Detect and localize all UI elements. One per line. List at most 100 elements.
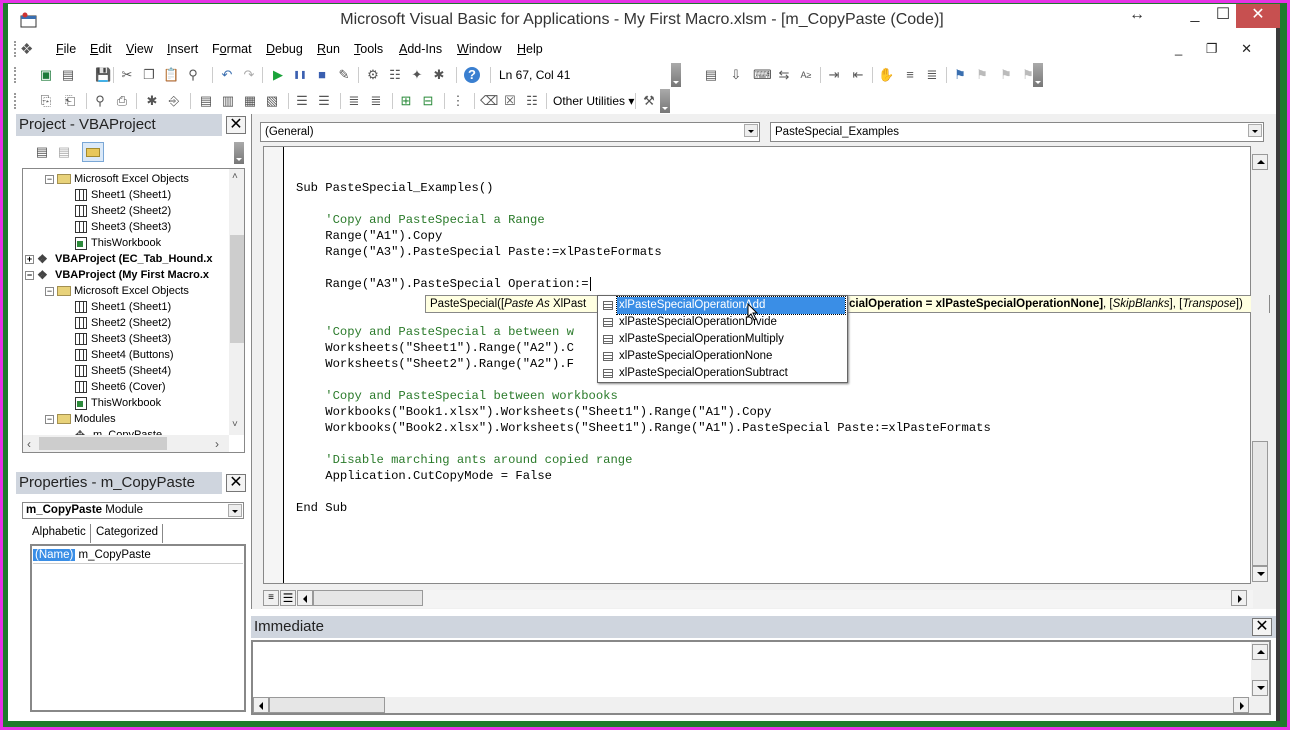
find-icon[interactable]: ⚲ — [185, 67, 201, 83]
menu-help[interactable]: Help — [517, 42, 543, 56]
autocomplete-item[interactable]: xlPasteSpecialOperationAdd — [598, 296, 847, 315]
replace-icon[interactable]: ⎙ — [114, 93, 130, 109]
object-selector[interactable]: m_CopyPaste Module — [22, 502, 244, 519]
toggle-breakpoint-icon[interactable]: ✋ — [878, 67, 894, 83]
code-vertical-scrollbar[interactable] — [1251, 146, 1269, 584]
copy-icon[interactable]: ❐ — [141, 67, 157, 83]
tree-item-sheet[interactable]: Sheet6 (Cover) — [75, 379, 166, 395]
procedure-combo[interactable]: PasteSpecial_Examples — [770, 122, 1264, 142]
menu-edit[interactable]: Edit — [90, 42, 112, 56]
save-icon[interactable]: 💾 — [95, 67, 111, 83]
scroll-down-button[interactable] — [1252, 566, 1268, 582]
mdi-window-controls[interactable]: _ ❐ ✕ — [1175, 41, 1262, 57]
complete-word-icon[interactable]: A≥ — [798, 67, 814, 83]
code-line[interactable]: Workbooks("Book1.xlsx").Worksheets("Shee… — [296, 404, 771, 420]
quick-info-icon[interactable]: ⌨ — [753, 67, 772, 83]
toolbar-grip[interactable] — [14, 41, 18, 57]
copy-code-icon[interactable]: ⎘ — [38, 93, 54, 109]
toolbar-grip[interactable] — [14, 93, 18, 109]
code-line[interactable]: Range("A1").Copy — [296, 228, 442, 244]
align-center-icon[interactable]: ▥ — [220, 93, 236, 109]
immediate-vertical-scrollbar[interactable] — [1251, 642, 1269, 697]
property-row[interactable]: (Name) m_CopyPaste — [33, 548, 243, 564]
close-immediate-button[interactable]: ✕ — [1252, 618, 1272, 636]
scroll-right-icon[interactable]: › — [215, 437, 219, 451]
autocomplete-item[interactable]: xlPasteSpecialOperationMultiply — [598, 331, 847, 348]
design-mode-icon[interactable]: ✎ — [336, 67, 352, 83]
list-view-icon[interactable]: ☷ — [524, 93, 540, 109]
margin-indicator-bar[interactable] — [264, 147, 284, 583]
tree-item-folder[interactable]: − Microsoft Excel Objects — [45, 283, 189, 299]
list-constants-icon[interactable]: ⇩ — [728, 67, 744, 83]
tree-item-sheet[interactable]: Sheet2 (Sheet2) — [75, 315, 171, 331]
resize-icon[interactable]: ↔ — [1120, 4, 1154, 28]
align-right-icon[interactable]: ▦ — [242, 93, 258, 109]
cut-icon[interactable]: ✂ — [119, 67, 135, 83]
next-bookmark-icon[interactable]: ⚑ — [974, 67, 990, 83]
insert-userform-icon[interactable]: ▤ — [60, 67, 76, 83]
code-line[interactable]: Range("A3").PasteSpecial Paste:=xlPasteF… — [296, 244, 661, 260]
redo-icon[interactable]: ↷ — [241, 67, 257, 83]
menu-debug[interactable]: Debug — [266, 42, 303, 56]
code-hscroll-thumb[interactable] — [313, 590, 423, 606]
tree-item-sheet[interactable]: Sheet1 (Sheet1) — [75, 299, 171, 315]
reset-icon[interactable]: ■ — [314, 67, 330, 83]
module-tree-icon[interactable]: ⋮ — [450, 93, 466, 109]
toolbar-options-button[interactable] — [671, 63, 681, 87]
collapse-icon[interactable]: − — [25, 270, 34, 280]
menu-window[interactable]: Window — [457, 42, 501, 56]
other-utilities-dropdown[interactable]: Other Utilities ▾ — [553, 94, 634, 108]
tab-categorized[interactable]: Categorized — [92, 524, 164, 543]
collapse-icon[interactable]: − — [45, 286, 54, 296]
code-line[interactable]: Application.CutCopyMode = False — [296, 468, 552, 484]
code-horizontal-scrollbar[interactable]: ≡ ☰ — [263, 590, 1253, 608]
immediate-input[interactable] — [251, 640, 1271, 715]
tools-hammer-icon[interactable]: ⚒ — [641, 93, 657, 109]
break-icon[interactable]: ❚❚ — [292, 67, 308, 83]
dropdown-arrow-icon[interactable] — [1248, 124, 1262, 137]
code-line[interactable]: Range("A3").PasteSpecial Operation:= — [296, 276, 588, 292]
eraser-icon[interactable]: ⌫ — [480, 93, 498, 109]
tree-horizontal-scrollbar[interactable]: ‹ › — [23, 435, 229, 452]
menu-file[interactable]: File — [56, 42, 76, 56]
scroll-left-icon[interactable]: ‹ — [27, 437, 31, 451]
tree-item-sheet[interactable]: Sheet3 (Sheet3) — [75, 219, 171, 235]
list-properties-icon[interactable]: ▤ — [703, 67, 719, 83]
scroll-right-button[interactable] — [1231, 590, 1247, 606]
insert-procedure-icon[interactable]: ⊞ — [398, 93, 414, 109]
tree-item-workbook[interactable]: ThisWorkbook — [75, 395, 161, 411]
undo-icon[interactable]: ↶ — [219, 67, 235, 83]
code-line[interactable]: End Sub — [296, 500, 347, 516]
menu-insert[interactable]: Insert — [167, 42, 198, 56]
menu-tools[interactable]: Tools — [354, 42, 383, 56]
toolbar-grip[interactable] — [14, 67, 18, 83]
autocomplete-item[interactable]: xlPasteSpecialOperationSubtract — [598, 365, 847, 382]
help-icon[interactable]: ? — [464, 67, 480, 83]
numbered-list-icon[interactable]: ☰ — [294, 93, 310, 109]
comment-icon[interactable]: ⎆ — [166, 93, 182, 109]
find-binoculars-icon[interactable]: ⚲ — [92, 93, 108, 109]
code-comment-line[interactable]: 'Copy and PasteSpecial a Range — [296, 212, 544, 228]
tree-item-project[interactable]: − ❖ VBAProject (My First Macro.x — [25, 267, 209, 283]
autocomplete-item[interactable]: xlPasteSpecialOperationDivide — [598, 314, 847, 331]
excel-icon[interactable]: ▣ — [38, 67, 54, 83]
property-value[interactable]: m_CopyPaste — [79, 549, 151, 561]
toggle-folders-button[interactable] — [82, 142, 104, 162]
immediate-horizontal-scrollbar[interactable] — [253, 697, 1269, 713]
pane-options-button[interactable] — [234, 142, 244, 164]
paste-icon[interactable]: 📋 — [163, 67, 179, 83]
properties-icon[interactable]: ☷ — [387, 67, 403, 83]
close-properties-button[interactable]: ✕ — [226, 474, 246, 492]
tree-scroll-thumb[interactable] — [230, 235, 244, 343]
scroll-down-icon[interactable]: ˅ — [232, 419, 238, 430]
autocomplete-item[interactable]: xlPasteSpecialOperationNone — [598, 348, 847, 365]
tab-alphabetic[interactable]: Alphabetic — [28, 524, 91, 543]
tree-item-sheet[interactable]: Sheet5 (Sheet4) — [75, 363, 171, 379]
parameter-info-icon[interactable]: ⇆ — [776, 67, 792, 83]
align-left-icon[interactable]: ▤ — [198, 93, 214, 109]
outdent-icon[interactable]: ⇤ — [850, 67, 866, 83]
scroll-up-button[interactable] — [1252, 154, 1268, 170]
menu-run[interactable]: Run — [317, 42, 340, 56]
toolbar-options-button[interactable] — [660, 89, 670, 113]
maximize-button[interactable]: ☐ — [1206, 4, 1240, 28]
